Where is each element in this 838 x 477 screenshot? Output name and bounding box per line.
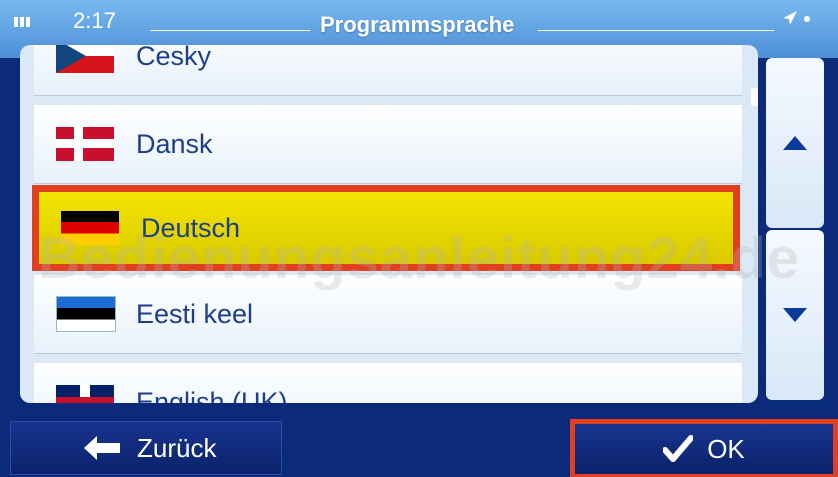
bottom-bar: Zurück OK (0, 415, 838, 477)
estonian-flag-icon (56, 296, 116, 332)
back-button[interactable]: Zurück (10, 421, 282, 475)
list-item-english-uk[interactable]: English (UK) (34, 363, 742, 403)
scroll-controls (766, 58, 824, 403)
title-rule-left (150, 30, 310, 31)
language-label: Česky (136, 45, 212, 71)
danish-flag-icon (56, 127, 114, 161)
title-rule-right (538, 30, 774, 31)
list-item-cesky[interactable]: Česky (34, 45, 742, 96)
page-title: Programmsprache (320, 12, 515, 37)
list-item-deutsch[interactable]: Deutsch (32, 185, 740, 271)
ok-label: OK (707, 433, 745, 464)
battery-icon (14, 14, 40, 27)
ok-button[interactable]: OK (570, 419, 838, 477)
arrow-down-icon (783, 308, 807, 322)
back-label: Zurück (137, 433, 217, 463)
language-label: English (UK) (136, 386, 288, 404)
german-flag-icon (61, 211, 119, 245)
language-label: Deutsch (141, 212, 241, 243)
czech-flag-icon (56, 45, 114, 73)
scroll-down-button[interactable] (766, 230, 824, 400)
scroll-thumb[interactable] (751, 88, 758, 106)
signal-dot-icon (804, 16, 810, 22)
screen: 2:17 Programmsprache Česky Dansk Deutsch… (0, 0, 838, 477)
clock-time: 2:17 (73, 8, 116, 33)
list-item-dansk[interactable]: Dansk (34, 105, 742, 184)
list-item-eesti-keel[interactable]: Eesti keel (34, 275, 742, 354)
gps-icon (783, 11, 797, 25)
arrow-up-icon (783, 136, 807, 150)
language-label: Dansk (136, 128, 213, 159)
language-list[interactable]: Česky Dansk Deutsch Eesti keel English (… (20, 45, 758, 403)
uk-flag-icon (56, 385, 114, 403)
language-label: Eesti keel (136, 298, 254, 329)
arrow-left-icon (84, 436, 120, 460)
scroll-up-button[interactable] (766, 58, 824, 228)
check-icon (663, 435, 694, 462)
